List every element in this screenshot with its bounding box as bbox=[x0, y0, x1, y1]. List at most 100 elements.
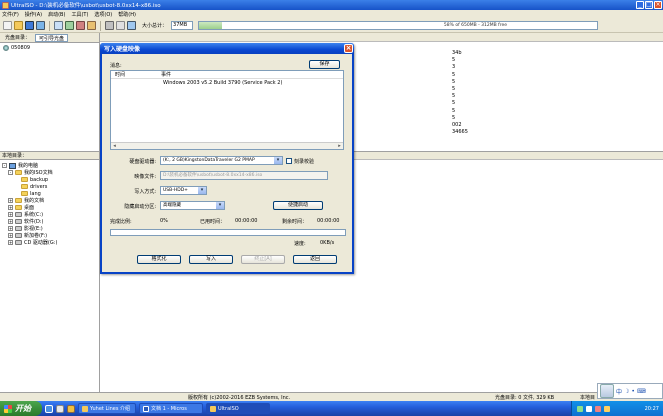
log-list[interactable]: 时间 事件 Windows 2003 v5.2 Build 3790 (Serv… bbox=[110, 70, 344, 150]
hide-partition-select[interactable]: 高端隐藏 ▾ bbox=[160, 201, 225, 210]
menu-options[interactable]: 选项(O) bbox=[94, 11, 112, 18]
add-icon[interactable] bbox=[65, 21, 74, 30]
local-tree-label: 系统(C:) bbox=[24, 212, 44, 218]
ime-keyboard-icon[interactable]: ⌨ bbox=[637, 388, 646, 395]
maximize-button[interactable]: □ bbox=[645, 1, 653, 9]
properties-icon[interactable] bbox=[87, 21, 96, 30]
ime-avatar-icon[interactable] bbox=[600, 384, 614, 398]
mount-icon[interactable] bbox=[116, 21, 125, 30]
local-tree-item[interactable]: + 新加卷(F:) bbox=[0, 232, 99, 239]
local-tree-item[interactable]: + CD 驱动器(G:) bbox=[0, 239, 99, 246]
local-tree-item[interactable]: + 影视(E:) bbox=[0, 225, 99, 232]
ime-bar[interactable]: 中 ☽ • ⌨ bbox=[597, 383, 663, 399]
return-button[interactable]: 返回 bbox=[293, 255, 337, 264]
drive-icon bbox=[15, 233, 22, 238]
expand-icon[interactable]: + bbox=[8, 198, 13, 203]
new-icon[interactable] bbox=[3, 21, 12, 30]
scroll-right-icon[interactable]: ▸ bbox=[336, 143, 343, 150]
expand-icon[interactable]: + bbox=[8, 212, 13, 217]
expand-icon[interactable]: + bbox=[8, 233, 13, 238]
close-button[interactable]: × bbox=[654, 1, 662, 9]
log-col-event[interactable]: 事件 bbox=[151, 71, 171, 78]
verify-checkbox[interactable] bbox=[286, 158, 292, 164]
save-icon[interactable] bbox=[25, 21, 34, 30]
show-desktop-icon[interactable] bbox=[56, 404, 64, 413]
write-button[interactable]: 写入 bbox=[189, 255, 233, 264]
local-tree-item[interactable]: + 桌面 bbox=[0, 204, 99, 211]
start-button[interactable]: 开始 bbox=[0, 401, 42, 416]
chevron-down-icon[interactable]: ▾ bbox=[198, 187, 206, 194]
dialog-close-button[interactable]: × bbox=[344, 44, 353, 53]
drive-label: 硬盘驱动器: bbox=[129, 159, 156, 165]
task-word[interactable]: 文档 1 - Micros bbox=[139, 403, 203, 414]
iso-list-item-size: 5 bbox=[452, 78, 456, 85]
ultraiso-icon bbox=[2, 1, 9, 9]
abort-button[interactable]: 终止[A] bbox=[241, 255, 285, 264]
menu-action[interactable]: 操作(A) bbox=[25, 11, 42, 18]
log-col-time[interactable]: 时间 bbox=[111, 71, 151, 78]
local-tree-item[interactable]: + 软件(D:) bbox=[0, 218, 99, 225]
log-row[interactable]: Windows 2003 v5.2 Build 3790 (Service Pa… bbox=[111, 80, 343, 86]
image-file-field[interactable]: D:\装机必备软件\usbot\usbot-8.0xx14-x86.iso bbox=[160, 171, 328, 180]
open-icon[interactable] bbox=[14, 21, 23, 30]
dialog-title: 写入硬盘映像 bbox=[104, 46, 141, 53]
format-button[interactable]: 格式化 bbox=[137, 255, 181, 264]
collapse-icon[interactable]: - bbox=[8, 170, 13, 175]
task-yuhet[interactable]: Yuhet Lines 介绍 bbox=[78, 403, 136, 414]
cd-icon bbox=[3, 45, 9, 51]
menu-file[interactable]: 文件(F) bbox=[2, 11, 19, 18]
tab-iso-dir[interactable]: 光盘目录： bbox=[2, 34, 33, 42]
local-tree-label: 我的ISO文档 bbox=[24, 170, 53, 176]
expand-icon[interactable]: + bbox=[8, 226, 13, 231]
window-title-bar[interactable]: UltraISO - D:\装机必备软件\usbot\usbot-8.0xx14… bbox=[0, 0, 663, 10]
update-icon[interactable] bbox=[604, 405, 610, 412]
easy-boot-button[interactable]: 便捷启动 bbox=[273, 201, 323, 210]
menu-help[interactable]: 帮助(H) bbox=[118, 11, 136, 18]
speed-label: 速度: bbox=[294, 241, 306, 247]
local-tree-item[interactable]: drivers bbox=[0, 183, 99, 190]
scroll-left-icon[interactable]: ◂ bbox=[111, 143, 118, 150]
expand-icon[interactable]: + bbox=[8, 205, 13, 210]
remain-label: 剩余时间： bbox=[282, 219, 308, 225]
ime-chinese-icon[interactable]: 中 bbox=[616, 387, 622, 396]
iso-list-item-size: 5 bbox=[452, 86, 456, 92]
saveas-icon[interactable] bbox=[36, 21, 45, 30]
ie-icon[interactable] bbox=[45, 404, 53, 413]
expand-icon[interactable]: + bbox=[8, 240, 13, 245]
menu-bootable[interactable]: 启动(B) bbox=[48, 11, 65, 18]
iso-root-item[interactable]: 050809 bbox=[0, 43, 99, 53]
media-icon[interactable] bbox=[67, 404, 75, 413]
local-tree-item[interactable]: - 我的ISO文档 bbox=[0, 169, 99, 176]
drive-select[interactable]: (K:, 2 GB)KingstonDataTraveler G2 PMAP ▾ bbox=[160, 156, 283, 165]
tab-bootable[interactable]: 可引导光盘 bbox=[35, 33, 69, 42]
folder-icon bbox=[21, 177, 28, 182]
dialog-title-bar[interactable]: 写入硬盘映像 × bbox=[100, 43, 354, 54]
expand-icon[interactable]: + bbox=[8, 219, 13, 224]
burn-icon[interactable] bbox=[105, 21, 114, 30]
help-icon[interactable] bbox=[127, 21, 136, 30]
volume-icon[interactable] bbox=[586, 405, 592, 412]
image-file-label: 映像文件: bbox=[134, 174, 156, 180]
network-icon[interactable] bbox=[577, 405, 583, 412]
local-tree-item[interactable]: + 我的文档 bbox=[0, 197, 99, 204]
chevron-down-icon[interactable]: ▾ bbox=[274, 157, 282, 164]
minimize-button[interactable]: _ bbox=[636, 1, 644, 9]
clock[interactable]: 20:27 bbox=[645, 406, 659, 412]
extract-icon[interactable] bbox=[54, 21, 63, 30]
local-tree-item[interactable]: lang bbox=[0, 190, 99, 197]
ime-dot-icon[interactable]: • bbox=[631, 388, 635, 395]
local-tree-item[interactable]: - 我的电脑 bbox=[0, 162, 99, 169]
local-tree-item[interactable]: backup bbox=[0, 176, 99, 183]
local-tree-item[interactable]: + 系统(C:) bbox=[0, 211, 99, 218]
delete-icon[interactable] bbox=[76, 21, 85, 30]
security-icon[interactable] bbox=[595, 405, 601, 412]
log-horizontal-scrollbar[interactable]: ◂ ▸ bbox=[111, 142, 343, 149]
task-ultraiso[interactable]: UltraISO bbox=[206, 403, 270, 414]
capacity-value-box[interactable]: 37MB bbox=[171, 21, 194, 30]
ime-moon-icon[interactable]: ☽ bbox=[624, 388, 629, 395]
menu-tools[interactable]: 工具(T) bbox=[71, 11, 88, 18]
save-log-button[interactable]: 保存 bbox=[309, 60, 340, 69]
write-mode-select[interactable]: USB-HDD+ ▾ bbox=[160, 186, 207, 195]
collapse-icon[interactable]: - bbox=[2, 163, 7, 168]
chevron-down-icon[interactable]: ▾ bbox=[216, 202, 224, 209]
